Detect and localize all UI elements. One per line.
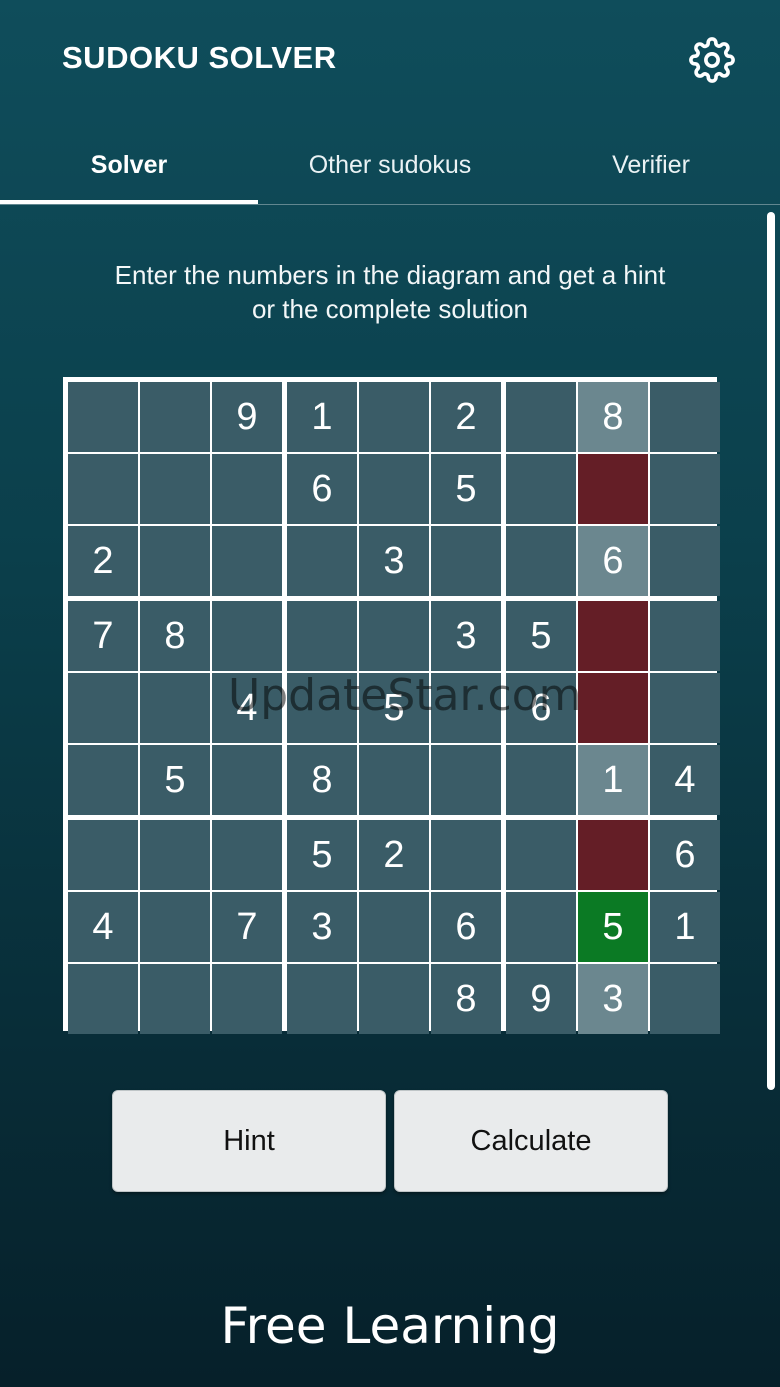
sudoku-cell[interactable]	[287, 601, 357, 671]
sudoku-cell[interactable]	[506, 382, 576, 452]
tab-other-sudokus[interactable]: Other sudokus	[258, 130, 522, 200]
sudoku-cell[interactable]	[287, 673, 357, 743]
sudoku-cell[interactable]: 8	[287, 745, 357, 815]
sudoku-cell[interactable]: 4	[650, 745, 720, 815]
sudoku-cell[interactable]	[431, 673, 501, 743]
sudoku-cell[interactable]: 4	[68, 892, 138, 962]
sudoku-cell[interactable]	[140, 964, 210, 1034]
sudoku-cell[interactable]: 6	[650, 820, 720, 890]
sudoku-cell[interactable]	[212, 820, 282, 890]
sudoku-cell[interactable]	[650, 382, 720, 452]
instructions-line-2: or the complete solution	[251, 294, 529, 324]
app-title: SUDOKU SOLVER	[62, 40, 337, 75]
sudoku-cell[interactable]: 9	[506, 964, 576, 1034]
sudoku-cell[interactable]	[650, 601, 720, 671]
sudoku-cell[interactable]	[212, 745, 282, 815]
sudoku-cell[interactable]	[359, 745, 429, 815]
sudoku-cell[interactable]: 5	[287, 820, 357, 890]
tab-verifier[interactable]: Verifier	[522, 130, 780, 200]
sudoku-cell[interactable]	[68, 382, 138, 452]
sudoku-cell[interactable]	[650, 526, 720, 596]
sudoku-cell[interactable]: 5	[506, 601, 576, 671]
sudoku-cell[interactable]	[506, 454, 576, 524]
sudoku-cell[interactable]: 3	[359, 526, 429, 596]
tab-solver[interactable]: Solver	[0, 130, 258, 200]
sudoku-cell[interactable]	[68, 964, 138, 1034]
sudoku-cell[interactable]: 1	[650, 892, 720, 962]
sudoku-cell[interactable]: 3	[431, 601, 501, 671]
sudoku-cell[interactable]	[212, 454, 282, 524]
sudoku-cell[interactable]	[650, 964, 720, 1034]
sudoku-cell[interactable]: 2	[359, 820, 429, 890]
instructions-line-1: Enter the numbers in the diagram and get…	[114, 260, 666, 290]
sudoku-cell[interactable]	[287, 964, 357, 1034]
sudoku-cell[interactable]	[506, 820, 576, 890]
sudoku-cell[interactable]	[359, 382, 429, 452]
sudoku-cell[interactable]	[650, 673, 720, 743]
sudoku-cell[interactable]: 2	[431, 382, 501, 452]
sudoku-cell[interactable]	[506, 892, 576, 962]
active-tab-indicator	[0, 200, 258, 204]
sudoku-cell[interactable]: 5	[578, 892, 648, 962]
sudoku-cell[interactable]	[578, 820, 648, 890]
sudoku-cell[interactable]: 1	[578, 745, 648, 815]
sudoku-cell[interactable]: 7	[68, 601, 138, 671]
sudoku-cell[interactable]	[359, 601, 429, 671]
sudoku-cell[interactable]	[140, 673, 210, 743]
sudoku-cell[interactable]: 5	[431, 454, 501, 524]
sudoku-cell[interactable]: 6	[578, 526, 648, 596]
sudoku-cell[interactable]: 9	[212, 382, 282, 452]
gear-icon	[689, 37, 735, 83]
sudoku-cell[interactable]	[359, 454, 429, 524]
sudoku-cell[interactable]: 8	[140, 601, 210, 671]
sudoku-cell[interactable]: 2	[68, 526, 138, 596]
sudoku-cell[interactable]	[140, 382, 210, 452]
sudoku-cell[interactable]: 6	[431, 892, 501, 962]
sudoku-cell[interactable]: 1	[287, 382, 357, 452]
sudoku-cell[interactable]: 6	[506, 673, 576, 743]
sudoku-cell[interactable]: 6	[287, 454, 357, 524]
sudoku-cell[interactable]: 3	[287, 892, 357, 962]
sudoku-cell[interactable]	[68, 673, 138, 743]
sudoku-cell[interactable]: 7	[212, 892, 282, 962]
sudoku-cell[interactable]	[212, 526, 282, 596]
sudoku-cell[interactable]	[212, 964, 282, 1034]
sudoku-board: 91286523678354565814526473651893	[63, 377, 720, 1034]
sudoku-cell[interactable]	[68, 745, 138, 815]
sudoku-cell[interactable]	[68, 454, 138, 524]
tab-bar: Solver Other sudokus Verifier	[0, 130, 780, 205]
sudoku-cell[interactable]	[578, 601, 648, 671]
sudoku-cell[interactable]	[431, 745, 501, 815]
sudoku-cell[interactable]: 3	[578, 964, 648, 1034]
instructions: Enter the numbers in the diagram and get…	[40, 258, 740, 326]
sudoku-cell[interactable]	[578, 454, 648, 524]
sudoku-cell[interactable]	[140, 820, 210, 890]
sudoku-cell[interactable]	[578, 673, 648, 743]
sudoku-cell[interactable]	[431, 526, 501, 596]
hint-button[interactable]: Hint	[112, 1090, 386, 1192]
scrollbar[interactable]	[767, 212, 775, 1090]
sudoku-cell[interactable]	[68, 820, 138, 890]
sudoku-cell[interactable]: 5	[359, 673, 429, 743]
free-learning-logo: Free Learning	[220, 1297, 560, 1355]
settings-button[interactable]	[686, 34, 738, 86]
sudoku-cell[interactable]	[650, 454, 720, 524]
calculate-button[interactable]: Calculate	[394, 1090, 668, 1192]
sudoku-cell[interactable]	[140, 526, 210, 596]
sudoku-cell[interactable]	[506, 745, 576, 815]
sudoku-cell[interactable]	[359, 964, 429, 1034]
sudoku-cell[interactable]: 5	[140, 745, 210, 815]
sudoku-cell[interactable]	[140, 454, 210, 524]
sudoku-cell[interactable]	[506, 526, 576, 596]
sudoku-cell[interactable]: 8	[578, 382, 648, 452]
sudoku-cell[interactable]	[431, 820, 501, 890]
sudoku-cell[interactable]	[212, 601, 282, 671]
sudoku-cell[interactable]	[287, 526, 357, 596]
sudoku-cell[interactable]	[140, 892, 210, 962]
sudoku-cell[interactable]: 8	[431, 964, 501, 1034]
sudoku-cell[interactable]	[359, 892, 429, 962]
sudoku-cell[interactable]: 4	[212, 673, 282, 743]
